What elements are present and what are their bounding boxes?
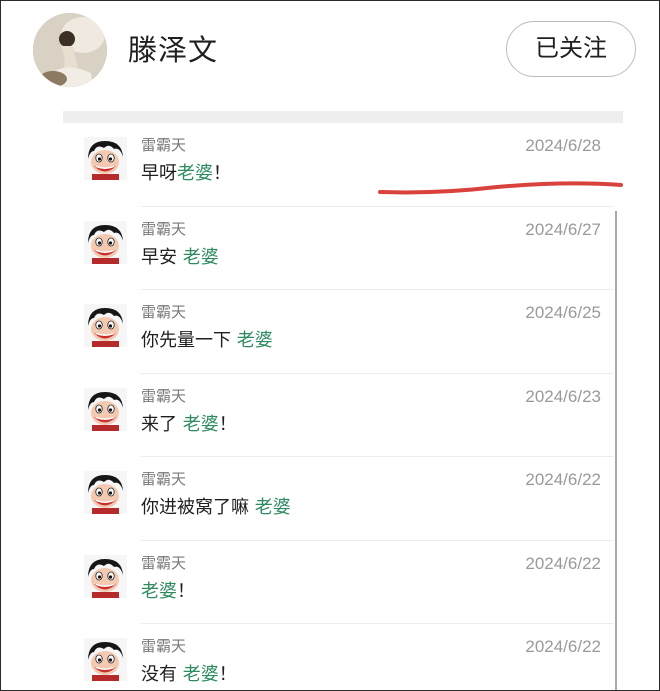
commenter-username[interactable]: 雷霸天 xyxy=(141,302,186,322)
commenter-username[interactable]: 雷霸天 xyxy=(141,553,186,573)
commenter-avatar[interactable] xyxy=(84,554,127,598)
comment-keyword: 老婆 xyxy=(182,413,219,435)
comment-text: 早呀老婆！ xyxy=(141,161,231,187)
comment-date: 2024/6/22 xyxy=(525,470,601,489)
comment-date: 2024/6/28 xyxy=(525,136,601,155)
scrollbar-track[interactable] xyxy=(615,211,617,690)
commenter-avatar[interactable] xyxy=(84,471,127,514)
cartoon-avatar-image xyxy=(84,220,127,264)
comment-text: 你先量一下 老婆 xyxy=(141,328,273,354)
comment-text-suffix: ！ xyxy=(213,163,231,184)
comment-item[interactable]: 雷霸天 2024/6/25 你先量一下 老婆 xyxy=(63,290,623,374)
cartoon-avatar-image xyxy=(84,471,127,514)
comment-text-prefix: 来了 xyxy=(141,413,183,435)
cartoon-avatar-image xyxy=(84,638,127,681)
cartoon-avatar-image xyxy=(84,137,127,180)
screenshot-frame: 滕泽文 已关注 雷霸天 2024/6/28 早呀老婆！ 雷霸天 2024/6/2… xyxy=(0,0,660,691)
comment-keyword: 老婆 xyxy=(182,246,219,268)
comment-text: 没有 老婆！ xyxy=(141,662,237,688)
comment-list: 雷霸天 2024/6/28 早呀老婆！ 雷霸天 2024/6/27 早安 老婆 xyxy=(63,123,623,690)
comment-item[interactable]: 雷霸天 2024/6/28 早呀老婆！ xyxy=(63,123,623,207)
comment-text: 来了 老婆！ xyxy=(141,412,237,438)
comment-text-prefix: 早安 xyxy=(141,246,183,268)
comment-text-prefix: 你进被窝了嘛 xyxy=(141,497,255,518)
following-button[interactable]: 已关注 xyxy=(506,21,636,77)
commenter-avatar[interactable] xyxy=(84,220,127,264)
comment-text-prefix: 早呀 xyxy=(141,163,177,184)
commenter-username[interactable]: 雷霸天 xyxy=(141,469,186,489)
commenter-username[interactable]: 雷霸天 xyxy=(141,386,186,406)
comment-item[interactable]: 雷霸天 2024/6/23 来了 老婆！ xyxy=(63,374,623,457)
comment-item[interactable]: 雷霸天 2024/6/22 老婆！ xyxy=(63,541,623,624)
comment-text-prefix: 你先量一下 xyxy=(141,330,237,351)
profile-avatar-image xyxy=(33,13,107,87)
comment-keyword: 老婆 xyxy=(182,664,219,685)
comment-date: 2024/6/27 xyxy=(525,219,601,239)
comment-text: 你进被窝了嘛 老婆 xyxy=(141,495,291,521)
commenter-avatar[interactable] xyxy=(84,638,127,681)
comment-date: 2024/6/22 xyxy=(525,637,601,656)
comment-date: 2024/6/22 xyxy=(525,553,601,573)
comment-date: 2024/6/25 xyxy=(525,303,601,322)
comment-text-suffix: ！ xyxy=(177,580,195,602)
cartoon-avatar-image xyxy=(84,554,127,598)
comment-item[interactable]: 雷霸天 2024/6/22 没有 老婆！ xyxy=(63,624,623,690)
comment-text: 老婆！ xyxy=(141,579,195,605)
profile-header: 滕泽文 已关注 xyxy=(1,1,659,101)
commenter-username[interactable]: 雷霸天 xyxy=(141,636,186,656)
comment-keyword: 老婆 xyxy=(177,163,213,184)
comment-text: 早安 老婆 xyxy=(141,245,219,271)
comment-item[interactable]: 雷霸天 2024/6/27 早安 老婆 xyxy=(63,207,623,290)
profile-avatar[interactable] xyxy=(33,13,107,87)
comment-item[interactable]: 雷霸天 2024/6/22 你进被窝了嘛 老婆 xyxy=(63,457,623,541)
comment-text-prefix: 没有 xyxy=(141,664,183,685)
comment-text-suffix: ！ xyxy=(218,664,237,685)
cartoon-avatar-image xyxy=(84,387,127,431)
comment-keyword: 老婆 xyxy=(141,580,177,602)
commenter-avatar[interactable] xyxy=(84,137,127,180)
comment-keyword: 老婆 xyxy=(236,330,273,351)
commenter-username[interactable]: 雷霸天 xyxy=(141,135,186,155)
commenter-username[interactable]: 雷霸天 xyxy=(141,219,186,239)
cartoon-avatar-image xyxy=(84,304,127,347)
profile-name: 滕泽文 xyxy=(128,33,219,67)
comment-keyword: 老婆 xyxy=(254,497,291,518)
commenter-avatar[interactable] xyxy=(84,387,127,431)
comment-text-suffix: ！ xyxy=(218,413,237,435)
divider-band xyxy=(63,111,623,123)
commenter-avatar[interactable] xyxy=(84,304,127,347)
comment-date: 2024/6/23 xyxy=(525,386,601,406)
